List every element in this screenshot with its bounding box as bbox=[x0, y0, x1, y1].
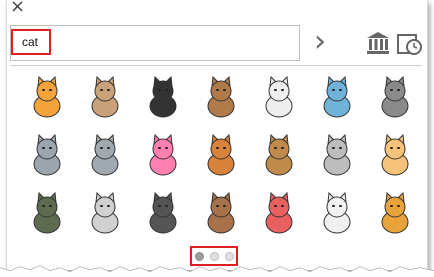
sticker-cell[interactable] bbox=[18, 126, 75, 183]
sticker-cell[interactable] bbox=[308, 184, 365, 241]
boss-cat-sticker bbox=[265, 75, 292, 117]
fishbowl-cat-sticker bbox=[323, 75, 350, 117]
keyboard-cat-sticker bbox=[149, 191, 176, 233]
lying-cat-sticker bbox=[91, 133, 118, 175]
panel-top-bar: × bbox=[6, 0, 426, 18]
bread-cat-sticker bbox=[91, 75, 118, 117]
sticker-cell[interactable] bbox=[250, 126, 307, 183]
cardboard-box-cat-sticker bbox=[265, 133, 292, 175]
sticker-cell[interactable] bbox=[18, 184, 75, 241]
tank-cat-sticker bbox=[33, 191, 60, 233]
milkshake-cat-sticker bbox=[381, 133, 408, 175]
results-panel bbox=[10, 65, 422, 244]
grumpy-cat-sticker bbox=[381, 75, 408, 117]
fruit-bowl-cat-sticker bbox=[207, 133, 234, 175]
history-icon[interactable] bbox=[396, 29, 422, 57]
gray-cat-sticker bbox=[33, 133, 60, 175]
sticker-cell[interactable] bbox=[366, 184, 423, 241]
museum-icon[interactable] bbox=[365, 30, 391, 56]
sticker-cell[interactable] bbox=[134, 184, 191, 241]
brown-cat-sticker bbox=[207, 191, 234, 233]
search-query-highlight: cat bbox=[11, 29, 51, 55]
page-dot[interactable] bbox=[224, 251, 234, 261]
business-cat-sticker bbox=[149, 75, 176, 117]
sticker-cell[interactable] bbox=[76, 184, 133, 241]
sink-cat-sticker bbox=[323, 133, 350, 175]
sticker-cell[interactable] bbox=[250, 184, 307, 241]
search-query-text: cat bbox=[22, 35, 39, 49]
bag-cat-sticker bbox=[149, 133, 176, 175]
lion-cat-sticker bbox=[381, 191, 408, 233]
orange-cat-sticker bbox=[33, 75, 60, 117]
close-icon[interactable]: × bbox=[10, 0, 25, 17]
sticker-cell[interactable] bbox=[192, 184, 249, 241]
white-cat-sticker bbox=[323, 191, 350, 233]
box-cat-sticker bbox=[207, 75, 234, 117]
sticker-cell[interactable] bbox=[366, 68, 423, 125]
sticker-cell[interactable] bbox=[192, 126, 249, 183]
sticker-cell[interactable] bbox=[192, 68, 249, 125]
sticker-cell[interactable] bbox=[308, 68, 365, 125]
page-dot[interactable] bbox=[194, 251, 204, 261]
chevron-right-icon[interactable]: › bbox=[314, 24, 326, 60]
page-dot[interactable] bbox=[209, 251, 219, 261]
sticker-cell[interactable] bbox=[18, 68, 75, 125]
sticker-cell[interactable] bbox=[308, 126, 365, 183]
sticker-cell[interactable] bbox=[134, 68, 191, 125]
sticker-cell[interactable] bbox=[76, 126, 133, 183]
search-input[interactable]: cat bbox=[10, 25, 300, 61]
sticker-cell[interactable] bbox=[250, 68, 307, 125]
sticker-grid bbox=[18, 68, 423, 241]
nyan-cat-sticker bbox=[265, 191, 292, 233]
sticker-cell[interactable] bbox=[134, 126, 191, 183]
torn-edge bbox=[0, 265, 434, 277]
toilet-cat-sticker bbox=[91, 191, 118, 233]
sticker-cell[interactable] bbox=[366, 126, 423, 183]
sticker-cell[interactable] bbox=[76, 68, 133, 125]
